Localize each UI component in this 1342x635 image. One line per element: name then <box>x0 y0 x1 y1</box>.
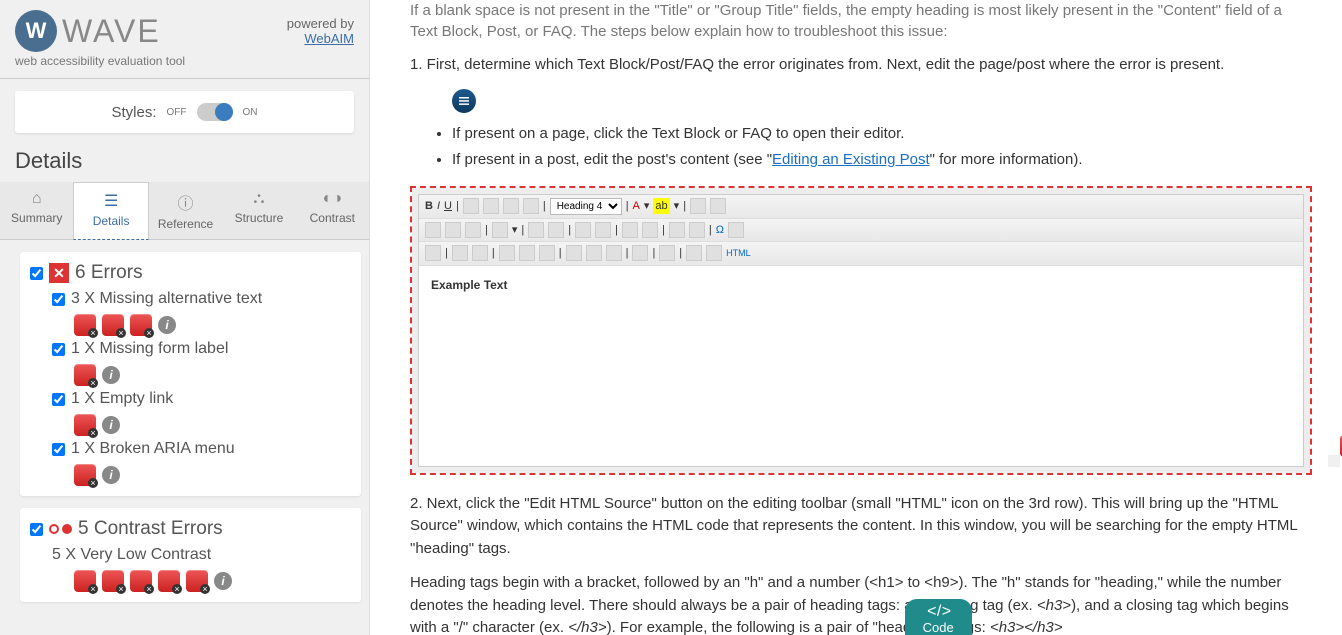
wave-logo: W WAVE <box>15 10 161 52</box>
error-instance-icon[interactable] <box>130 570 152 592</box>
editor-toolbar-1: B I U | | Heading 4 | A ▾ ab ▾ | <box>419 195 1303 219</box>
contrast-icon: ◐◑ <box>323 190 342 208</box>
code-panel-tab[interactable]: < / > Code <box>905 599 972 635</box>
info-icon[interactable]: i <box>102 466 120 484</box>
error-item: 1 X Empty link <box>52 390 351 408</box>
structure-icon: ⛬ <box>253 190 264 208</box>
contrast-errors-icon <box>49 524 72 534</box>
styles-toggle[interactable] <box>197 103 233 121</box>
errors-heading: ✕ 6 Errors <box>30 262 351 284</box>
step-2: 2. Next, click the "Edit HTML Source" bu… <box>410 493 1312 561</box>
info-icon[interactable]: i <box>102 416 120 434</box>
item-checkbox[interactable] <box>52 343 65 356</box>
sidebar-header: W WAVE powered by WebAIM web accessibili… <box>0 0 369 79</box>
editor-icon <box>452 89 476 113</box>
errors-checkbox[interactable] <box>30 267 43 280</box>
error-item: 1 X Missing form label <box>52 340 351 358</box>
tab-bar: ⌂Summary ☰Details ⓘReference ⛬Structure … <box>0 182 369 240</box>
powered-by: powered by WebAIM <box>287 16 354 46</box>
info-icon[interactable]: i <box>158 316 176 334</box>
item-checkbox[interactable] <box>52 443 65 456</box>
styles-label: Styles: <box>111 104 156 121</box>
section-title: Details <box>0 133 369 182</box>
error-instance-icon[interactable] <box>102 570 124 592</box>
error-instance-icon[interactable] <box>102 314 124 336</box>
tab-reference[interactable]: ⓘReference <box>149 182 222 239</box>
error-icon: ✕ <box>49 263 69 283</box>
editor-toolbar-3: || | | || HTML <box>419 242 1303 266</box>
editing-post-link[interactable]: Editing an Existing Post <box>772 151 930 168</box>
wave-annotation[interactable] <box>1328 455 1340 467</box>
wave-sidebar: W WAVE powered by WebAIM web accessibili… <box>0 0 370 635</box>
error-instance-icon[interactable] <box>186 570 208 592</box>
error-instance-icon[interactable] <box>130 314 152 336</box>
tab-contrast[interactable]: ◐◑Contrast <box>296 182 369 239</box>
info-icon: ⓘ <box>178 190 194 214</box>
list-icon: ☰ <box>104 191 118 211</box>
wave-wordmark: WAVE <box>62 13 161 50</box>
main-content[interactable]: If a blank space is not present in the "… <box>370 0 1342 635</box>
error-item: 1 X Broken ARIA menu <box>52 440 351 458</box>
code-brackets-icon: < / > <box>927 603 949 621</box>
info-icon[interactable]: i <box>102 366 120 384</box>
error-instance-icon[interactable] <box>74 464 96 486</box>
info-icon[interactable]: i <box>214 572 232 590</box>
error-instance-icon[interactable] <box>74 414 96 436</box>
error-instance-icon[interactable] <box>74 364 96 386</box>
details-panel[interactable]: ✕ 6 Errors 3 X Missing alternative text … <box>0 240 369 635</box>
list-item: If present on a page, click the Text Blo… <box>452 123 1312 146</box>
tab-summary[interactable]: ⌂Summary <box>0 182 73 239</box>
editor-screenshot: B I U | | Heading 4 | A ▾ ab ▾ | | ▾| | … <box>410 186 1312 475</box>
intro-paragraph: If a blank space is not present in the "… <box>410 0 1312 42</box>
error-item: 3 X Missing alternative text <box>52 290 351 308</box>
item-checkbox[interactable] <box>52 293 65 306</box>
contrast-checkbox[interactable] <box>30 523 43 536</box>
tab-details[interactable]: ☰Details <box>73 182 148 240</box>
list-item: If present in a post, edit the post's co… <box>452 149 1312 172</box>
contrast-heading: 5 Contrast Errors <box>30 518 351 540</box>
editor-body: Example Text <box>419 266 1303 466</box>
contrast-item: 5 X Very Low Contrast <box>52 546 351 564</box>
error-instance-icon[interactable] <box>158 570 180 592</box>
step-1-bullets: If present on a page, click the Text Blo… <box>452 123 1312 172</box>
home-icon: ⌂ <box>32 190 42 208</box>
styles-toggle-bar: Styles: OFF ON <box>15 91 354 133</box>
tagline: web accessibility evaluation tool <box>15 54 354 68</box>
error-instance-icon[interactable] <box>74 314 96 336</box>
wave-logo-icon: W <box>15 10 57 52</box>
heading-select: Heading 4 <box>550 198 622 215</box>
webaim-link[interactable]: WebAIM <box>304 31 354 46</box>
tab-structure[interactable]: ⛬Structure <box>222 182 295 239</box>
editor-toolbar-2: | ▾| | | | | Ω <box>419 219 1303 243</box>
error-instance-icon[interactable] <box>74 570 96 592</box>
step-1: 1. First, determine which Text Block/Pos… <box>410 54 1312 77</box>
heading-explanation: Heading tags begin with a bracket, follo… <box>410 572 1312 635</box>
item-checkbox[interactable] <box>52 393 65 406</box>
